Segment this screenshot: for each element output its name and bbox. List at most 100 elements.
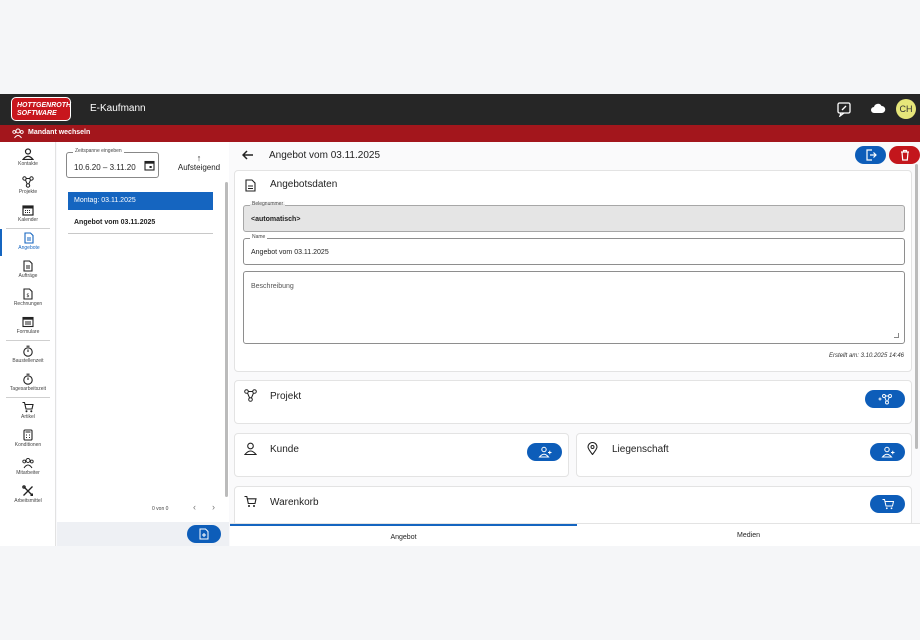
nav-item-artikel[interactable]: Artikel [0, 398, 56, 425]
zeitspanne-value: 10.6.20 – 3.11.20 [74, 163, 136, 172]
form-icon [22, 316, 34, 328]
stopwatch-icon [23, 345, 33, 357]
name-label: Name [250, 234, 268, 240]
tools-icon [22, 485, 33, 496]
calendar-icon[interactable] [144, 160, 155, 171]
add-project-icon [878, 394, 892, 405]
nav-item-kalender[interactable]: Kalender [0, 201, 56, 228]
nav-item-auftraege[interactable]: Aufträge [0, 257, 56, 284]
delete-button[interactable] [889, 146, 920, 164]
calculator-icon [23, 429, 33, 441]
document-icon [24, 232, 34, 244]
kunde-card: Kunde [234, 433, 569, 477]
new-offer-button[interactable] [187, 525, 221, 543]
nav-label: Kalender [17, 217, 38, 223]
nav-item-konditionen[interactable]: Konditionen [0, 426, 56, 453]
sort-label: Aufsteigend [177, 163, 221, 172]
mandant-bar[interactable]: Mandant wechseln [0, 125, 920, 142]
nav-label: Tagesarbeitszeit [9, 386, 47, 392]
logo-line-1: HOTTGENROTH [17, 102, 72, 109]
stopwatch-icon [23, 373, 33, 385]
side-nav: Kontakte Projekte Kalender Angebote Auft… [0, 142, 56, 546]
user-avatar[interactable]: CH [896, 99, 916, 119]
tab-medien[interactable]: Medien [577, 524, 920, 546]
nav-label: Mitarbeiter [16, 470, 40, 476]
person-icon [22, 148, 34, 160]
export-icon [865, 149, 877, 161]
export-button[interactable] [855, 146, 886, 164]
nav-label: Projekte [18, 189, 38, 195]
app-window: HOTTGENROTH SOFTWARE E-Kaufmann CH Manda… [0, 94, 920, 546]
add-customer-button[interactable] [527, 443, 562, 461]
arrow-up-icon: ↑ [196, 153, 202, 163]
nav-divider [6, 340, 50, 341]
nav-item-arbeitsmittel[interactable]: Arbeitsmittel [0, 482, 56, 509]
project-icon [244, 389, 257, 402]
page-title: Angebot vom 03.11.2025 [269, 150, 381, 161]
nav-item-angebote[interactable]: Angebote [0, 229, 56, 256]
cart-icon [882, 499, 894, 510]
project-icon [22, 176, 34, 188]
nav-label: Rechnungen [13, 301, 43, 307]
name-value: Angebot vom 03.11.2025 [251, 249, 329, 256]
nav-label: Kontakte [18, 161, 38, 167]
nav-item-mitarbeiter[interactable]: Mitarbeiter [0, 454, 56, 481]
svg-text:$: $ [26, 293, 29, 299]
open-cart-button[interactable] [870, 495, 905, 513]
chevron-right-icon[interactable]: › [212, 502, 215, 512]
add-property-button[interactable] [870, 443, 905, 461]
document-icon [23, 260, 33, 272]
add-project-button[interactable] [865, 390, 905, 408]
angebotsdaten-card: Angebotsdaten Belegnummer <automatisch> … [234, 170, 912, 372]
section-title: Projekt [270, 391, 302, 402]
nav-item-formulare[interactable]: Formulare [0, 313, 56, 340]
chevron-left-icon[interactable]: ‹ [193, 502, 196, 512]
feedback-icon[interactable] [836, 101, 852, 117]
section-title: Liegenschaft [612, 444, 669, 455]
add-person-icon [880, 446, 894, 458]
sort-toggle[interactable]: ↑ Aufsteigend [175, 153, 223, 173]
list-item[interactable]: Angebot vom 03.11.2025 [68, 212, 213, 234]
zeitspanne-input[interactable]: Zeitspanne eingeben 10.6.20 – 3.11.20 [66, 148, 159, 178]
list-scrollbar[interactable] [225, 182, 228, 497]
projekt-card: Projekt [234, 380, 912, 424]
belegnummer-value: <automatisch> [251, 216, 301, 223]
document-icon [245, 179, 256, 192]
resize-handle[interactable] [894, 333, 899, 338]
top-bar: HOTTGENROTH SOFTWARE E-Kaufmann CH [0, 94, 920, 125]
group-icon [22, 458, 34, 469]
person-icon [244, 442, 257, 455]
nav-label: Aufträge [18, 273, 38, 279]
cloud-icon[interactable] [870, 101, 886, 117]
group-icon [12, 128, 24, 139]
content-scrollbar[interactable] [915, 164, 918, 449]
nav-label: Angebote [18, 245, 40, 251]
arrow-left-icon[interactable] [242, 150, 254, 160]
nav-item-kontakte[interactable]: Kontakte [0, 145, 56, 172]
nav-item-rechnungen[interactable]: $ Rechnungen [0, 285, 56, 312]
nav-item-projekte[interactable]: Projekte [0, 173, 56, 200]
nav-label: Artikel [21, 414, 35, 420]
beschreibung-placeholder: Beschreibung [251, 283, 294, 290]
nav-item-baustellenzeit[interactable]: Baustellenzeit [0, 342, 56, 369]
bottom-tabs: Angebot Medien [230, 523, 920, 546]
nav-label: Formulare [16, 329, 40, 335]
nav-label: Baustellenzeit [12, 358, 44, 364]
beschreibung-textarea[interactable]: Beschreibung [243, 271, 905, 344]
logo-line-2: SOFTWARE [17, 110, 57, 117]
add-person-icon [537, 446, 551, 458]
mandant-wechseln-label: Mandant wechseln [28, 129, 91, 136]
nav-label: Konditionen [14, 442, 42, 448]
name-field[interactable]: Name Angebot vom 03.11.2025 [243, 234, 905, 265]
zeitspanne-label: Zeitspanne eingeben [73, 148, 124, 154]
tab-angebot[interactable]: Angebot [230, 524, 577, 546]
app-title: E-Kaufmann [90, 103, 146, 114]
trash-icon [900, 149, 909, 161]
list-group-header[interactable]: Montag: 03.11.2025 [68, 192, 213, 210]
pager-text: 0 von 0 [152, 506, 169, 512]
section-title: Kunde [270, 444, 299, 455]
nav-item-tagesarbeitszeit[interactable]: Tagesarbeitszeit [0, 370, 56, 397]
main-content: Angebot vom 03.11.2025 Angebotsdaten Bel… [230, 142, 920, 546]
section-title: Angebotsdaten [270, 179, 338, 190]
cart-icon [244, 495, 257, 507]
